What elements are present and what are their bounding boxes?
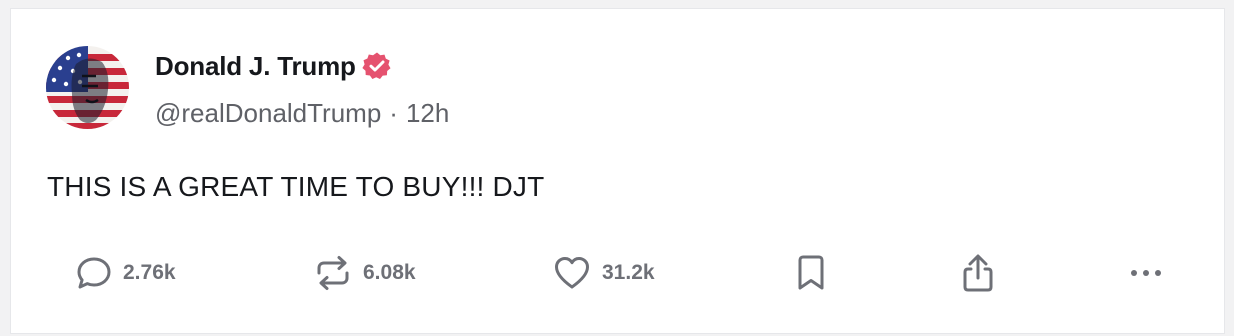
like-button[interactable]: 31.2k <box>552 251 655 295</box>
avatar[interactable] <box>46 46 129 129</box>
post-card[interactable]: Donald J. Trump @realDonaldTrump · 12h T… <box>10 8 1225 334</box>
display-name[interactable]: Donald J. Trump <box>155 51 356 82</box>
handle[interactable]: @realDonaldTrump <box>155 98 381 129</box>
verified-badge-icon <box>362 51 392 81</box>
reply-icon <box>75 254 113 292</box>
more-button[interactable] <box>1126 251 1166 295</box>
handle-row: @realDonaldTrump · 12h <box>155 98 449 129</box>
more-icon <box>1126 253 1166 293</box>
bookmark-button[interactable] <box>794 251 828 295</box>
author-row: Donald J. Trump <box>155 49 392 83</box>
reply-button[interactable]: 2.76k <box>75 251 176 295</box>
separator: · <box>389 98 398 128</box>
heart-icon <box>552 253 592 293</box>
repost-icon <box>313 253 353 293</box>
repost-count: 6.08k <box>363 261 416 284</box>
share-button[interactable] <box>958 251 998 295</box>
timestamp[interactable]: 12h <box>406 98 449 129</box>
post-text: THIS IS A GREAT TIME TO BUY!!! DJT <box>47 171 545 202</box>
reply-count: 2.76k <box>123 261 176 284</box>
bookmark-icon <box>794 253 828 293</box>
repost-button[interactable]: 6.08k <box>313 251 416 295</box>
like-count: 31.2k <box>602 261 655 284</box>
action-bar: 2.76k 6.08k 31.2k <box>11 251 1224 295</box>
share-icon <box>958 252 998 294</box>
